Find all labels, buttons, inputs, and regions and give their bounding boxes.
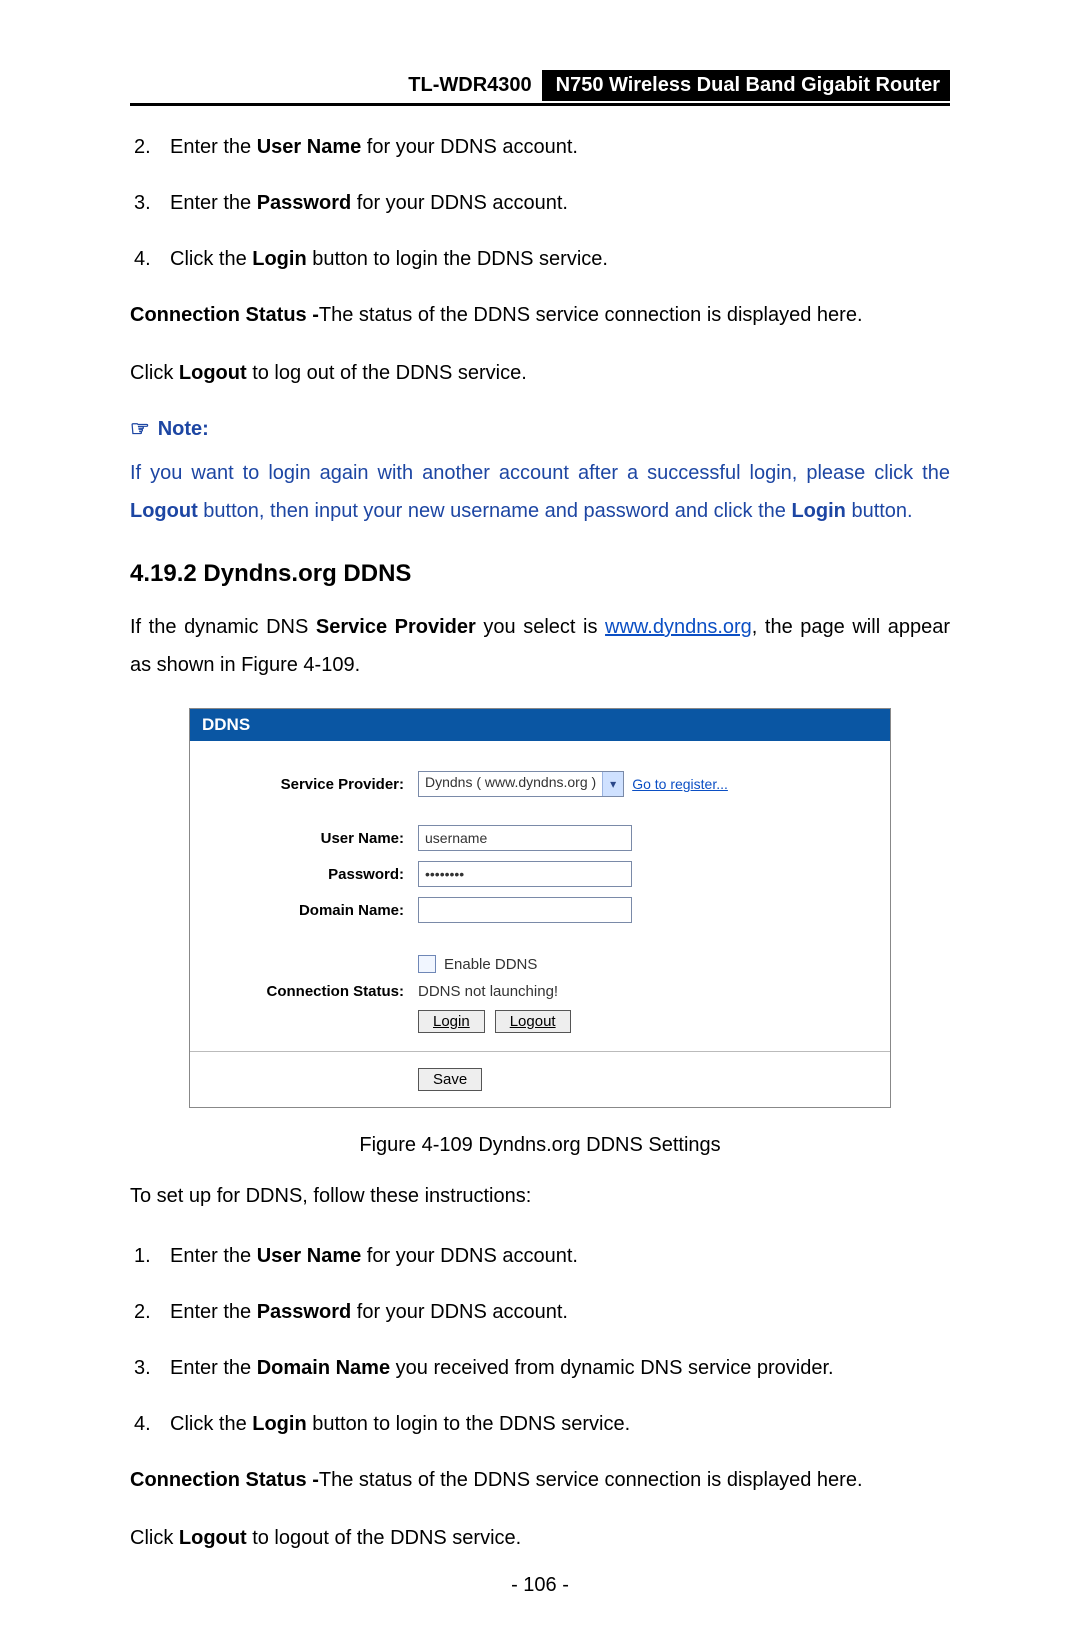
setup-intro: To set up for DDNS, follow these instruc… bbox=[130, 1177, 950, 1215]
logout-button[interactable]: Logout bbox=[495, 1010, 571, 1033]
list-text: Enter the Password for your DDNS account… bbox=[170, 1293, 568, 1331]
page-number: - 106 - bbox=[0, 1574, 1080, 1597]
checkbox-icon[interactable] bbox=[418, 955, 436, 973]
note-body: If you want to login again with another … bbox=[130, 454, 950, 530]
connection-status-paragraph: Connection Status -The status of the DDN… bbox=[130, 296, 950, 334]
list-item: 3. Enter the Password for your DDNS acco… bbox=[130, 184, 950, 222]
list-number: 3. bbox=[130, 1349, 170, 1387]
list-number: 2. bbox=[130, 128, 170, 166]
logout-paragraph: Click Logout to log out of the DDNS serv… bbox=[130, 354, 950, 392]
figure-caption: Figure 4-109 Dyndns.org DDNS Settings bbox=[130, 1134, 950, 1157]
list-item: 2. Enter the User Name for your DDNS acc… bbox=[130, 128, 950, 166]
enable-ddns-label: Enable DDNS bbox=[444, 956, 537, 973]
header-model: TL-WDR4300 bbox=[398, 70, 541, 101]
chevron-down-icon[interactable]: ▾ bbox=[602, 772, 623, 796]
username-input[interactable] bbox=[418, 825, 632, 851]
list-number: 1. bbox=[130, 1237, 170, 1275]
panel-title: DDNS bbox=[190, 709, 890, 741]
list-item: 4. Click the Login button to login the D… bbox=[130, 240, 950, 278]
service-provider-select[interactable]: Dyndns ( www.dyndns.org ) ▾ bbox=[418, 771, 624, 797]
password-input[interactable] bbox=[418, 861, 632, 887]
list-number: 4. bbox=[130, 1405, 170, 1443]
list-item: 1. Enter the User Name for your DDNS acc… bbox=[130, 1237, 950, 1275]
list-number: 3. bbox=[130, 184, 170, 222]
logout-paragraph-2: Click Logout to logout of the DDNS servi… bbox=[130, 1519, 950, 1557]
enable-ddns-checkbox[interactable]: Enable DDNS bbox=[418, 955, 537, 973]
dyndns-link[interactable]: www.dyndns.org bbox=[605, 616, 752, 638]
pointing-hand-icon: ☞ bbox=[130, 416, 150, 442]
list-text: Click the Login button to login to the D… bbox=[170, 1405, 630, 1443]
intro-paragraph: If the dynamic DNS Service Provider you … bbox=[130, 608, 950, 684]
label-password: Password: bbox=[214, 866, 418, 883]
note-label: Note: bbox=[158, 418, 209, 441]
go-to-register-link[interactable]: Go to register... bbox=[632, 776, 728, 792]
domain-name-input[interactable] bbox=[418, 897, 632, 923]
list-number: 2. bbox=[130, 1293, 170, 1331]
header-description: N750 Wireless Dual Band Gigabit Router bbox=[542, 70, 950, 101]
label-user-name: User Name: bbox=[214, 830, 418, 847]
top-ordered-list: 2. Enter the User Name for your DDNS acc… bbox=[130, 128, 950, 278]
list-text: Click the Login button to login the DDNS… bbox=[170, 240, 608, 278]
note-heading: ☞ Note: bbox=[130, 416, 950, 442]
list-text: Enter the User Name for your DDNS accoun… bbox=[170, 1237, 578, 1275]
list-text: Enter the Domain Name you received from … bbox=[170, 1349, 834, 1387]
list-item: 4. Click the Login button to login to th… bbox=[130, 1405, 950, 1443]
list-text: Enter the Password for your DDNS account… bbox=[170, 184, 568, 222]
connection-status-value: DDNS not launching! bbox=[418, 983, 558, 1000]
list-item: 2. Enter the Password for your DDNS acco… bbox=[130, 1293, 950, 1331]
list-text: Enter the User Name for your DDNS accoun… bbox=[170, 128, 578, 166]
section-heading: 4.19.2 Dyndns.org DDNS bbox=[130, 560, 950, 588]
divider bbox=[190, 1051, 890, 1052]
connection-status-paragraph-2: Connection Status -The status of the DDN… bbox=[130, 1461, 950, 1499]
label-domain-name: Domain Name: bbox=[214, 902, 418, 919]
bottom-ordered-list: 1. Enter the User Name for your DDNS acc… bbox=[130, 1237, 950, 1443]
save-button[interactable]: Save bbox=[418, 1068, 482, 1091]
select-value: Dyndns ( www.dyndns.org ) bbox=[419, 772, 602, 796]
page-header: TL-WDR4300 N750 Wireless Dual Band Gigab… bbox=[130, 70, 950, 106]
label-service-provider: Service Provider: bbox=[214, 776, 418, 793]
label-connection-status: Connection Status: bbox=[214, 983, 418, 1000]
ddns-panel: DDNS Service Provider: Dyndns ( www.dynd… bbox=[189, 708, 891, 1108]
list-number: 4. bbox=[130, 240, 170, 278]
list-item: 3. Enter the Domain Name you received fr… bbox=[130, 1349, 950, 1387]
login-button[interactable]: Login bbox=[418, 1010, 485, 1033]
